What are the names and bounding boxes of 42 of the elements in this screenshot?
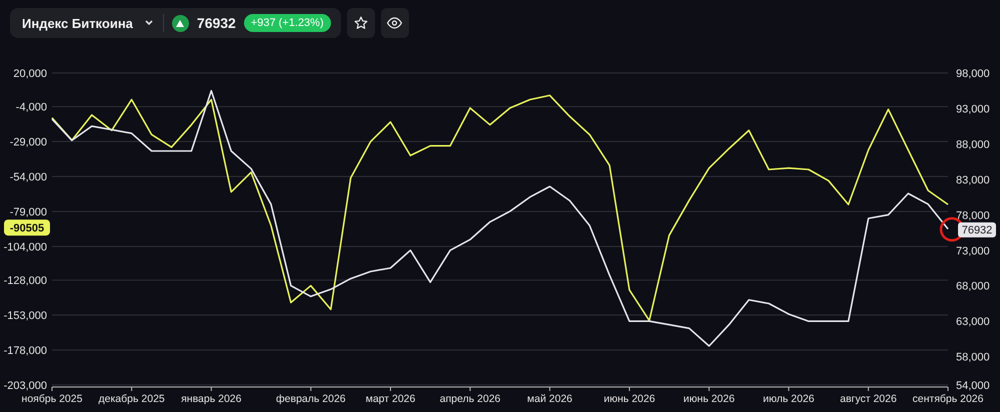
star-icon (354, 16, 368, 30)
axis-tick-label: 98,000 (956, 68, 990, 80)
axis-tick-label: 58,000 (956, 352, 990, 364)
instrument-dropdown[interactable]: Индекс Биткоина (22, 14, 164, 32)
axis-tick-label: 73,000 (956, 245, 990, 258)
axis-tick-label: 93,000 (956, 103, 990, 116)
axis-tick-label: ноябрь 2025 (22, 393, 82, 405)
price-label: 76932 (958, 222, 996, 238)
axis-tick-label: 54,000 (956, 380, 990, 392)
axis-tick-label: -29,000 (10, 136, 47, 149)
eye-icon (387, 17, 402, 29)
axis-tick-label: -178,000 (4, 345, 47, 358)
axis-tick-label: 88,000 (956, 138, 990, 151)
axis-tick-label: август 2026 (840, 393, 897, 405)
price-value: 76932 (196, 15, 236, 31)
axis-tick-label: -153,000 (4, 310, 47, 322)
chevron-down-icon (144, 20, 153, 26)
axis-tick-label: 63,000 (956, 316, 990, 328)
axis-tick-label: -104,000 (4, 242, 47, 254)
axis-tick-label: 68,000 (956, 280, 990, 293)
favorite-button[interactable] (346, 8, 375, 38)
axis-tick-label: -4,000 (16, 102, 47, 114)
visibility-button[interactable] (380, 8, 409, 38)
axis-tick-label: -203,000 (4, 380, 47, 392)
axis-tick-label: 78,000 (956, 210, 990, 222)
change-badge: +937 (+1.23%) (244, 14, 331, 32)
axis-tick-label: июль 2026 (763, 393, 814, 405)
axis-tick-label: февраль 2026 (276, 393, 346, 405)
axis-tick-label: июнь 2026 (683, 393, 735, 405)
price-label: -90505 (4, 220, 50, 236)
axis-tick-label: январь 2026 (181, 393, 242, 405)
axis-tick-label: декабрь 2025 (98, 393, 165, 405)
axis-tick-label: -54,000 (10, 172, 47, 184)
axis-tick-label: сентябрь 2026 (912, 393, 984, 405)
axis-tick-label: 20,000 (13, 68, 47, 80)
axis-tick-label: 83,000 (956, 174, 990, 186)
axis-tick-label: март 2026 (366, 393, 416, 405)
axis-tick-label: май 2026 (527, 393, 572, 405)
axis-tick-label: апрель 2026 (440, 393, 500, 405)
axis-tick-label: -128,000 (4, 275, 47, 288)
axis-tick-label: -79,000 (10, 206, 47, 218)
axis-tick-label: июнь 2026 (604, 393, 656, 405)
